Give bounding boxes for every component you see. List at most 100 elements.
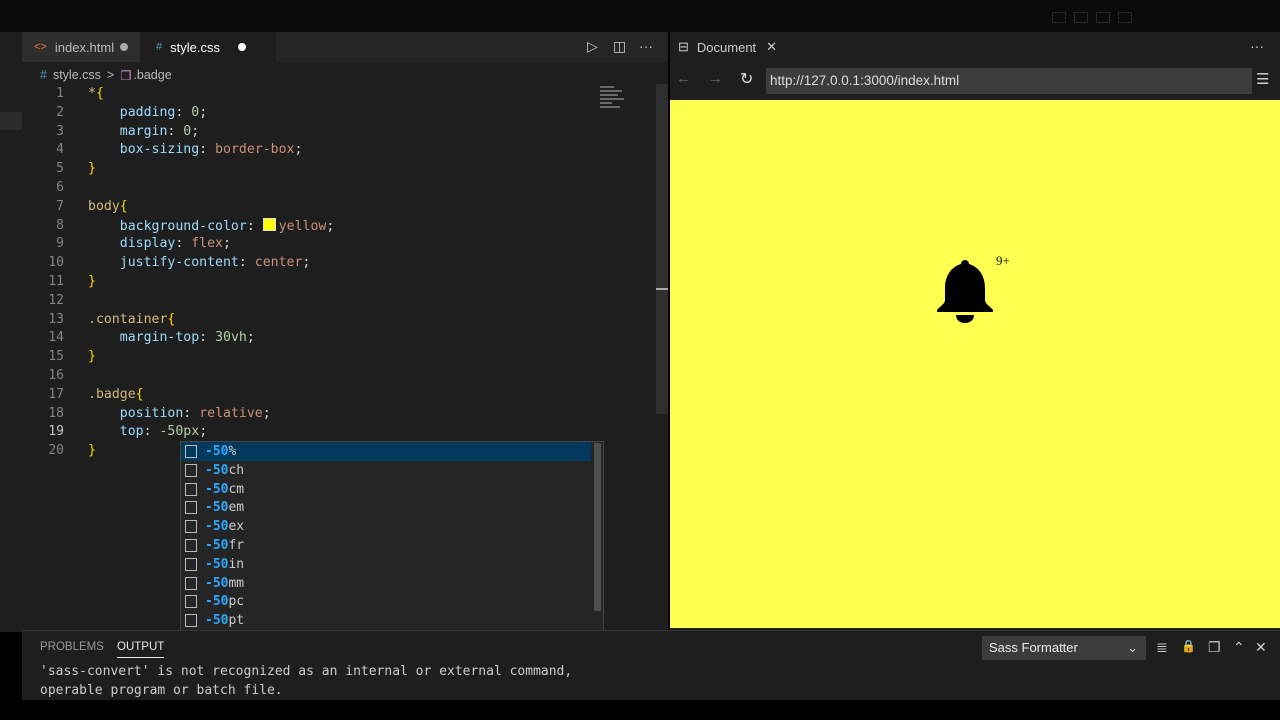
code-line[interactable]: *{ xyxy=(88,86,104,101)
browser-tab-icon: ⊟ xyxy=(678,39,689,54)
line-number: 12 xyxy=(48,292,64,308)
menu-icon[interactable]: ☰ xyxy=(1256,70,1269,88)
code-line[interactable]: margin: 0; xyxy=(88,124,199,139)
code-line[interactable]: } xyxy=(88,274,96,289)
code-line[interactable]: padding: 0; xyxy=(88,105,207,120)
copy-icon[interactable]: ❐ xyxy=(1208,639,1221,656)
suggestion-item[interactable]: -50% xyxy=(181,442,591,461)
suggestion-item[interactable]: -50em xyxy=(181,498,591,517)
code-line[interactable]: box-sizing: border-box; xyxy=(88,142,303,157)
suggestion-label: -50ch xyxy=(205,462,245,478)
suggestion-label: -50% xyxy=(205,444,237,459)
tab-output[interactable]: OUTPUT xyxy=(117,641,165,658)
editor-scrollbar[interactable] xyxy=(656,84,668,414)
scrollbar-marker xyxy=(656,288,668,290)
forward-icon[interactable]: → xyxy=(708,70,723,87)
reload-icon[interactable]: ↻ xyxy=(740,69,753,89)
back-icon[interactable]: ← xyxy=(676,70,691,87)
css-file-icon: # xyxy=(156,41,163,53)
code-line[interactable]: justify-content: center; xyxy=(88,255,311,270)
tab-index-html[interactable]: <> index.html xyxy=(22,32,152,62)
breadcrumb-separator: > xyxy=(106,68,115,82)
more-actions-icon[interactable]: ··· xyxy=(1250,38,1264,54)
line-number: 2 xyxy=(56,104,64,120)
code-line[interactable]: } xyxy=(88,443,96,458)
code-line[interactable]: background-color: yellow; xyxy=(88,217,334,234)
line-number: 3 xyxy=(56,123,64,139)
lock-icon[interactable]: 🔒 xyxy=(1181,639,1196,653)
close-icon[interactable]: ✕ xyxy=(766,39,777,55)
clear-output-icon[interactable]: ≣ xyxy=(1156,639,1168,656)
suggestion-item[interactable]: -50fr xyxy=(181,536,591,555)
suggestion-item[interactable]: -50in xyxy=(181,555,591,574)
suggestion-label: -50em xyxy=(205,500,245,516)
suggestion-item[interactable]: -50pc xyxy=(181,592,591,611)
tab-style-css[interactable]: # style.css xyxy=(140,32,276,62)
address-bar: ← → ↻ ☰ xyxy=(670,66,1280,96)
line-number: 9 xyxy=(56,236,64,252)
tab-problems[interactable]: PROBLEMS xyxy=(40,641,104,653)
run-icon[interactable]: ▷ xyxy=(587,38,598,55)
more-actions-icon[interactable]: ··· xyxy=(639,38,653,54)
suggestion-item[interactable]: -50ch xyxy=(181,461,591,480)
breadcrumb-symbol[interactable]: .badge xyxy=(133,68,171,82)
url-input[interactable] xyxy=(766,68,1252,94)
tab-label: index.html xyxy=(54,39,115,55)
code-line[interactable]: position: relative; xyxy=(88,406,271,421)
code-line[interactable]: .container{ xyxy=(88,312,175,327)
minimap[interactable] xyxy=(600,86,624,116)
line-number: 8 xyxy=(56,217,64,233)
color-swatch[interactable] xyxy=(262,217,276,231)
suggestion-item[interactable]: -50mm xyxy=(181,574,591,593)
line-number: 7 xyxy=(56,198,64,214)
output-line: operable program or batch file. xyxy=(40,683,283,698)
tab-label: style.css xyxy=(170,39,220,55)
unit-symbol-icon xyxy=(185,576,197,590)
layout-icon[interactable] xyxy=(1052,12,1066,23)
code-line[interactable]: .badge{ xyxy=(88,387,144,402)
suggestion-label: -50cm xyxy=(205,481,245,497)
bell-icon xyxy=(937,260,993,323)
unit-symbol-icon xyxy=(185,445,197,458)
layout-icon[interactable] xyxy=(1118,12,1132,23)
line-number: 18 xyxy=(48,405,64,421)
line-number: 14 xyxy=(48,330,64,346)
output-line: 'sass-convert' is not recognized as an i… xyxy=(40,664,573,679)
autocomplete-scrollbar[interactable] xyxy=(594,443,601,611)
browser-tab[interactable]: ⊟ Document ✕ xyxy=(670,32,810,62)
code-line[interactable]: body{ xyxy=(88,199,128,214)
code-line[interactable]: } xyxy=(88,349,96,364)
code-line[interactable]: top: -50px; xyxy=(88,424,207,439)
suggestion-item[interactable]: -50pt xyxy=(181,611,591,630)
suggestion-label: -50fr xyxy=(205,538,245,553)
unsaved-dot-icon[interactable] xyxy=(120,43,128,51)
suggestion-item[interactable]: -50ex xyxy=(181,517,591,536)
line-number: 4 xyxy=(56,142,64,158)
layout-icon[interactable] xyxy=(1096,12,1110,23)
activity-indicator xyxy=(0,112,22,130)
output-channel-select[interactable]: Sass Formatter ⌄ xyxy=(982,636,1146,660)
suggestion-item[interactable]: -50cm xyxy=(181,480,591,499)
breadcrumb-file[interactable]: style.css xyxy=(53,68,101,82)
line-number: 19 xyxy=(48,424,64,440)
split-editor-icon[interactable]: ◫ xyxy=(613,38,626,55)
layout-icon[interactable] xyxy=(1074,12,1088,23)
code-line[interactable]: } xyxy=(88,161,96,176)
symbol-icon: ❒ xyxy=(120,68,132,83)
unit-symbol-icon xyxy=(185,501,197,515)
code-line[interactable]: display: flex; xyxy=(88,236,231,251)
unit-symbol-icon xyxy=(185,539,197,552)
suggestion-label: -50in xyxy=(205,556,245,572)
html-file-icon: <> xyxy=(34,41,47,53)
unit-symbol-icon xyxy=(185,595,197,609)
maximize-panel-icon[interactable]: ⌃ xyxy=(1233,639,1245,656)
line-number: 6 xyxy=(56,180,64,195)
suggestion-label: -50pt xyxy=(205,613,245,629)
line-number: 5 xyxy=(56,161,64,177)
unsaved-dot-icon[interactable] xyxy=(238,43,246,51)
close-panel-icon[interactable]: ✕ xyxy=(1255,639,1267,656)
unit-symbol-icon xyxy=(185,482,197,496)
code-line[interactable]: margin-top: 30vh; xyxy=(88,330,255,345)
page-viewport xyxy=(670,100,1280,628)
unit-symbol-icon xyxy=(185,463,197,477)
